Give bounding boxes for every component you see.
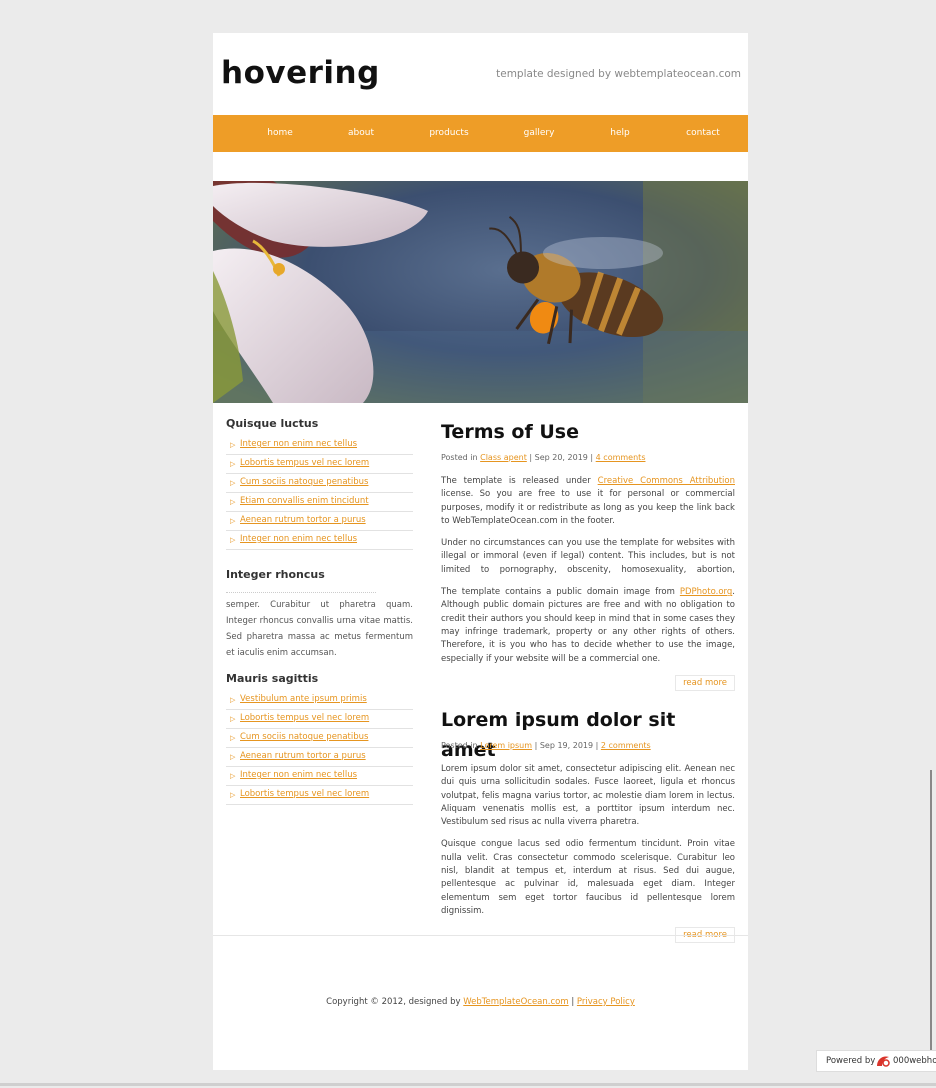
sidebar-link[interactable]: Lobortis tempus vel nec lorem	[240, 713, 369, 723]
post-paragraph: The template contains a public domain im…	[441, 586, 735, 666]
post-title[interactable]: Terms of Use	[441, 417, 735, 447]
list-item: ▷ Aenean rutrum tortor a purus	[226, 749, 413, 767]
main-nav: home about products gallery help contact	[213, 115, 748, 152]
footer-divider	[213, 935, 748, 936]
list-item: ▷ Cum sociis natoque penatibus	[226, 730, 413, 748]
nav-products[interactable]: products	[429, 128, 468, 138]
list-item: ▷ Integer non enim nec tellus	[226, 532, 413, 550]
triangle-bullet-icon: ▷	[230, 696, 236, 704]
post-body: The template is released under Creative …	[441, 475, 735, 666]
text-segment: . Although public domain pictures are fr…	[441, 587, 735, 664]
powered-by-label: Powered by	[826, 1056, 876, 1066]
list-item: ▷ Lobortis tempus vel nec lorem	[226, 711, 413, 729]
host-logo-icon	[875, 1054, 891, 1071]
sidebar: Quisque luctus ▷ Integer non enim nec tel…	[226, 417, 413, 823]
text-segment: license. So you are free to use it for p…	[441, 489, 735, 526]
scroller-divider	[226, 588, 376, 593]
post-body: Lorem ipsum dolor sit amet, consectetur …	[441, 763, 735, 918]
footer-template-link[interactable]: WebTemplateOcean.com	[463, 997, 568, 1007]
triangle-bullet-icon: ▷	[230, 791, 236, 799]
triangle-bullet-icon: ▷	[230, 441, 236, 449]
footer: Copyright © 2012, designed by WebTemplat…	[213, 997, 748, 1007]
post-category-link[interactable]: Class apent	[480, 453, 527, 462]
nav-help[interactable]: help	[610, 128, 629, 138]
post-paragraph: Under no circumstances can you use the t…	[441, 538, 735, 575]
nav-gallery[interactable]: gallery	[524, 128, 555, 138]
powered-by-badge[interactable]: Powered by 000webhost	[816, 1050, 936, 1072]
page-container: hovering template designed by webtemplat…	[213, 33, 748, 1070]
nav-contact[interactable]: contact	[686, 128, 720, 138]
triangle-bullet-icon: ▷	[230, 498, 236, 506]
bottom-bar	[0, 1083, 936, 1086]
list-item: ▷ Aenean rutrum tortor a purus	[226, 513, 413, 531]
copyright-text: Copyright © 2012, designed by	[326, 997, 464, 1007]
sidebar-link[interactable]: Aenean rutrum tortor a purus	[240, 515, 366, 525]
sidebar-link[interactable]: Integer non enim nec tellus	[240, 534, 357, 544]
triangle-bullet-icon: ▷	[230, 772, 236, 780]
post-comments-link[interactable]: 4 comments	[596, 453, 646, 462]
triangle-bullet-icon: ▷	[230, 479, 236, 487]
list-item: ▷ Integer non enim nec tellus	[226, 437, 413, 455]
posted-in-label: Posted in	[441, 453, 478, 462]
scrollbar-edge	[930, 770, 932, 1070]
post-title[interactable]: Lorem ipsum dolor sit amet	[441, 705, 735, 761]
post-paragraph: Quisque congue lacus sed odio fermentum …	[441, 839, 735, 916]
triangle-bullet-icon: ▷	[230, 715, 236, 723]
list-item: ▷ Cum sociis natoque penatibus	[226, 475, 413, 493]
hero-image	[213, 181, 748, 403]
sidebar-title-integer: Integer rhoncus	[226, 568, 325, 581]
pdphoto-link[interactable]: PDPhoto.org	[680, 587, 732, 597]
sidebar-title-mauris: Mauris sagittis	[226, 672, 319, 685]
list-item: ▷ Lobortis tempus vel nec lorem	[226, 456, 413, 474]
post-paragraph: Lorem ipsum dolor sit amet, consectetur …	[441, 763, 735, 828]
post-paragraph: The template is released under Creative …	[441, 475, 735, 528]
sidebar-link[interactable]: Integer non enim nec tellus	[240, 439, 357, 449]
sidebar-link[interactable]: Cum sociis natoque penatibus	[240, 477, 368, 487]
sidebar-link[interactable]: Cum sociis natoque penatibus	[240, 732, 368, 742]
sidebar-list-quisque: ▷ Integer non enim nec tellus ▷ Lobortis t…	[226, 437, 413, 550]
sidebar-link[interactable]: Integer non enim nec tellus	[240, 770, 357, 780]
host-name: 000webhost	[893, 1056, 936, 1066]
site-logo[interactable]: hovering	[221, 55, 380, 91]
triangle-bullet-icon: ▷	[230, 517, 236, 525]
triangle-bullet-icon: ▷	[230, 460, 236, 468]
triangle-bullet-icon: ▷	[230, 536, 236, 544]
triangle-bullet-icon: ▷	[230, 753, 236, 761]
main-content: Terms of Use Posted in Class apent | Sep…	[441, 417, 735, 957]
list-item: ▷ Etiam convallis enim tincidunt	[226, 494, 413, 512]
post-meta: Posted in Class apent | Sep 20, 2019 | 4…	[441, 453, 735, 465]
post-date: Sep 19, 2019	[539, 740, 594, 750]
cc-license-link[interactable]: Creative Commons Attribution	[598, 476, 735, 486]
list-item: ▷ Vestibulum ante ipsum primis	[226, 692, 413, 710]
sidebar-title-quisque: Quisque luctus	[226, 417, 319, 430]
nav-about[interactable]: about	[348, 128, 374, 138]
readmore-row: read more	[441, 927, 735, 949]
sidebar-link[interactable]: Lobortis tempus vel nec lorem	[240, 789, 369, 799]
sidebar-text: semper. Curabitur ut pharetra quam. Inte…	[226, 600, 413, 656]
privacy-policy-link[interactable]: Privacy Policy	[577, 997, 635, 1007]
list-item: ▷ Integer non enim nec tellus	[226, 768, 413, 786]
post-comments-link[interactable]: 2 comments	[601, 741, 651, 750]
sidebar-text-scroller[interactable]: semper. Curabitur ut pharetra quam. Inte…	[226, 588, 413, 656]
text-segment: The template is released under	[441, 476, 598, 486]
nav-home[interactable]: home	[267, 128, 293, 138]
footer-separator: |	[568, 997, 577, 1007]
sidebar-link[interactable]: Aenean rutrum tortor a purus	[240, 751, 366, 761]
list-item: ▷ Lobortis tempus vel nec lorem	[226, 787, 413, 805]
sidebar-link[interactable]: Etiam convallis enim tincidunt	[240, 496, 369, 506]
read-more-button[interactable]: read more	[675, 674, 735, 691]
posted-in-label: Posted in	[441, 740, 478, 750]
text-segment: The template contains a public domain im…	[441, 587, 680, 598]
site-tagline: template designed by webtemplateocean.co…	[496, 68, 741, 80]
post-date: Sep 20, 2019	[534, 453, 588, 462]
readmore-row: read more	[441, 674, 735, 697]
triangle-bullet-icon: ▷	[230, 734, 236, 742]
post-category-link[interactable]: Lorem ipsum	[480, 741, 532, 750]
sidebar-list-mauris: ▷ Vestibulum ante ipsum primis ▷ Lobortis …	[226, 692, 413, 805]
sidebar-link[interactable]: Vestibulum ante ipsum primis	[240, 694, 367, 704]
sidebar-link[interactable]: Lobortis tempus vel nec lorem	[240, 458, 369, 468]
